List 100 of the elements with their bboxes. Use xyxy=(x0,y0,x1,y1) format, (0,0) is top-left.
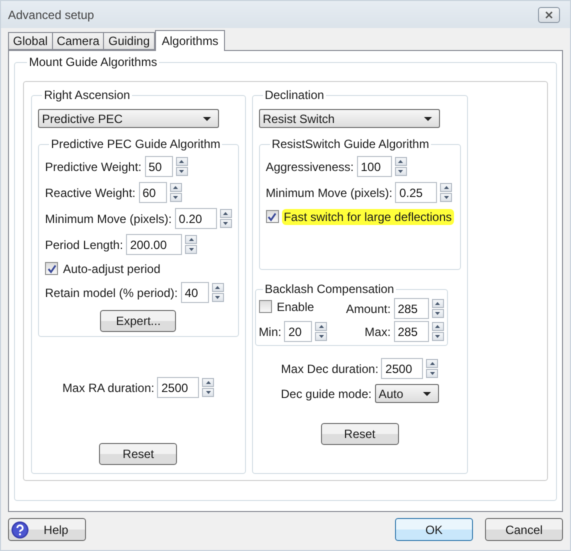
ok-button[interactable]: OK xyxy=(395,518,473,541)
up-arrow-icon xyxy=(179,160,184,163)
down-arrow-icon xyxy=(173,196,178,199)
down-arrow-icon xyxy=(318,335,324,338)
up-arrow-icon xyxy=(430,362,435,365)
close-icon xyxy=(545,10,553,18)
down-arrow-icon xyxy=(435,335,440,338)
number-field[interactable]: 285 xyxy=(394,298,429,319)
number-field[interactable]: 20 xyxy=(284,321,312,342)
spin-up-button[interactable] xyxy=(432,299,444,308)
spin-up-button[interactable] xyxy=(432,322,444,331)
cancel-button[interactable]: Cancel xyxy=(485,518,563,541)
group-title: Declination xyxy=(264,88,326,102)
spin-down-button[interactable] xyxy=(212,293,224,302)
group-title: Predictive PEC Guide Algorithm xyxy=(50,137,222,151)
field-label: Period Length: xyxy=(45,238,124,252)
group-title: Backlash Compensation xyxy=(264,282,396,296)
number-field[interactable]: 2500 xyxy=(157,377,200,398)
spin-down-button[interactable] xyxy=(426,369,438,378)
dropdown[interactable]: Predictive PEC xyxy=(38,109,219,128)
caret-icon xyxy=(424,116,432,120)
tab[interactable]: Camera xyxy=(52,32,104,50)
close-button[interactable] xyxy=(538,6,560,22)
spin-up-button[interactable] xyxy=(315,322,328,331)
spin-down-button[interactable] xyxy=(432,309,444,318)
tab[interactable]: Global xyxy=(8,32,52,50)
field-label: Max RA duration: xyxy=(62,380,154,394)
spin-down-button[interactable] xyxy=(315,332,328,341)
up-arrow-icon xyxy=(215,286,220,289)
spin-up-button[interactable] xyxy=(440,183,452,192)
down-arrow-icon xyxy=(179,170,184,173)
number-field[interactable]: 60 xyxy=(138,182,166,203)
help-button[interactable]: Help xyxy=(8,518,86,541)
reset-button[interactable]: Reset xyxy=(99,443,178,465)
field-label: Retain model (% period): xyxy=(45,286,178,300)
help-icon xyxy=(11,520,29,538)
checkbox[interactable] xyxy=(45,262,58,275)
up-arrow-icon xyxy=(435,302,440,305)
field-label: Minimum Move (pixels): xyxy=(45,212,172,226)
group-title: ResistSwitch Guide Algorithm xyxy=(270,137,430,151)
spin-down-button[interactable] xyxy=(185,245,198,254)
number-field[interactable]: 200.00 xyxy=(126,234,182,255)
field-label: Minimum Move (pixels): xyxy=(266,186,392,200)
down-arrow-icon xyxy=(206,391,211,394)
down-arrow-icon xyxy=(223,222,228,225)
down-arrow-icon xyxy=(215,296,220,299)
field-label: Max: xyxy=(364,324,391,338)
field-label: Predictive Weight: xyxy=(45,160,142,174)
reset-button[interactable]: Reset xyxy=(320,423,399,445)
up-arrow-icon xyxy=(318,325,324,328)
field-label: Max Dec duration: xyxy=(281,362,378,376)
up-arrow-icon xyxy=(444,186,449,189)
highlighted-checkbox-label: Fast switch for large deflections xyxy=(282,208,454,224)
checkbox-label: Enable xyxy=(276,298,316,314)
up-arrow-icon xyxy=(435,325,440,328)
spin-up-button[interactable] xyxy=(394,157,407,166)
spin-down-button[interactable] xyxy=(394,167,407,176)
field-label: Amount: xyxy=(346,302,391,316)
spin-up-button[interactable] xyxy=(185,235,198,244)
spin-up-button[interactable] xyxy=(176,157,188,166)
checkbox-label: Auto-adjust period xyxy=(62,260,162,276)
spin-up-button[interactable] xyxy=(212,283,224,292)
expert-button[interactable]: Expert... xyxy=(100,310,176,332)
group-title: Mount Guide Algorithms xyxy=(28,55,158,69)
down-arrow-icon xyxy=(430,372,435,375)
caret-icon xyxy=(422,392,431,396)
number-field[interactable]: 2500 xyxy=(381,358,424,379)
checkbox[interactable] xyxy=(258,300,272,313)
checkbox[interactable] xyxy=(266,210,279,223)
number-field[interactable]: 40 xyxy=(180,282,209,303)
spin-down-button[interactable] xyxy=(202,388,214,397)
number-field[interactable]: 100 xyxy=(356,156,392,177)
spin-down-button[interactable] xyxy=(176,167,188,176)
group-title: Right Ascension xyxy=(43,88,132,102)
dropdown[interactable]: Resist Switch xyxy=(258,109,440,128)
spin-down-button[interactable] xyxy=(220,219,232,228)
down-arrow-icon xyxy=(398,170,404,173)
spin-up-button[interactable] xyxy=(170,183,182,192)
number-field[interactable]: 0.25 xyxy=(395,182,438,203)
tab[interactable]: Guiding xyxy=(103,32,155,50)
tab[interactable]: Algorithms xyxy=(154,30,226,51)
number-field[interactable]: 285 xyxy=(394,321,429,342)
spin-down-button[interactable] xyxy=(440,193,452,202)
dropdown[interactable]: Auto xyxy=(374,384,439,403)
window-title: Advanced setup xyxy=(8,8,96,22)
caret-icon xyxy=(203,116,211,120)
down-arrow-icon xyxy=(435,312,440,315)
spin-up-button[interactable] xyxy=(426,359,438,368)
up-arrow-icon xyxy=(398,160,404,163)
field-label: Reactive Weight: xyxy=(45,186,136,200)
field-label: Dec guide mode: xyxy=(280,386,372,400)
up-arrow-icon xyxy=(206,381,211,384)
spin-up-button[interactable] xyxy=(202,378,214,387)
spin-down-button[interactable] xyxy=(170,193,182,202)
number-field[interactable]: 50 xyxy=(144,156,172,177)
spin-up-button[interactable] xyxy=(220,209,232,218)
up-arrow-icon xyxy=(223,212,228,215)
down-arrow-icon xyxy=(188,248,194,251)
number-field[interactable]: 0.20 xyxy=(174,208,217,229)
spin-down-button[interactable] xyxy=(432,332,444,341)
